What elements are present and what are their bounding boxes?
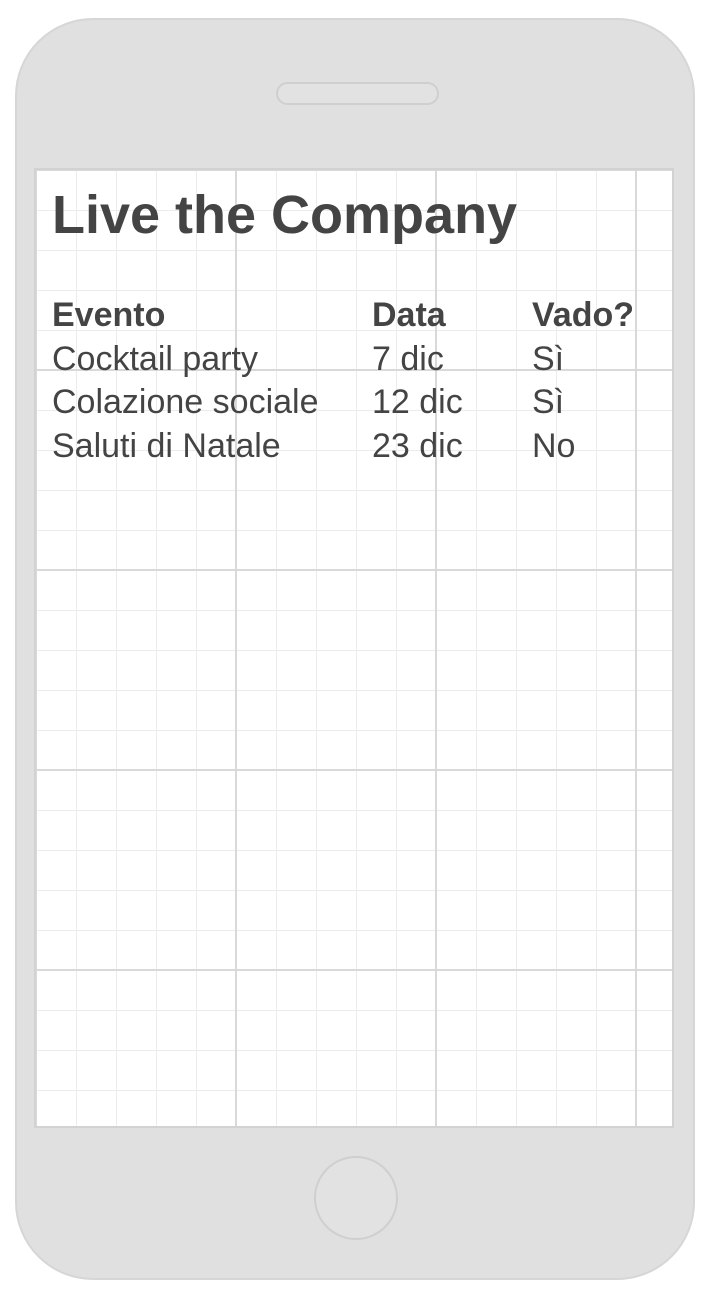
table-header-row: Evento Data Vado? xyxy=(52,294,652,338)
event-name: Saluti di Natale xyxy=(52,426,281,465)
event-going: No xyxy=(532,426,576,465)
event-name: Colazione sociale xyxy=(52,383,319,421)
page-title: Live the Company xyxy=(52,185,518,245)
events-table: Evento Data Vado? Cocktail party 7 dic S… xyxy=(52,294,652,468)
event-date: 12 dic xyxy=(372,383,463,421)
header-date: Data xyxy=(372,296,446,334)
event-going: Sì xyxy=(532,339,565,378)
header-event: Evento xyxy=(52,296,166,334)
home-button[interactable] xyxy=(314,1156,398,1240)
header-going: Vado? xyxy=(532,296,635,334)
table-row[interactable]: Saluti di Natale 23 dic No xyxy=(52,425,652,469)
event-going: Sì xyxy=(532,383,565,421)
phone-speaker xyxy=(276,82,439,105)
event-date: 7 dic xyxy=(372,339,444,378)
table-row[interactable]: Colazione sociale 12 dic Sì xyxy=(52,381,652,425)
table-row[interactable]: Cocktail party 7 dic Sì xyxy=(52,338,652,382)
event-name: Cocktail party xyxy=(52,339,258,378)
event-date: 23 dic xyxy=(372,426,463,465)
